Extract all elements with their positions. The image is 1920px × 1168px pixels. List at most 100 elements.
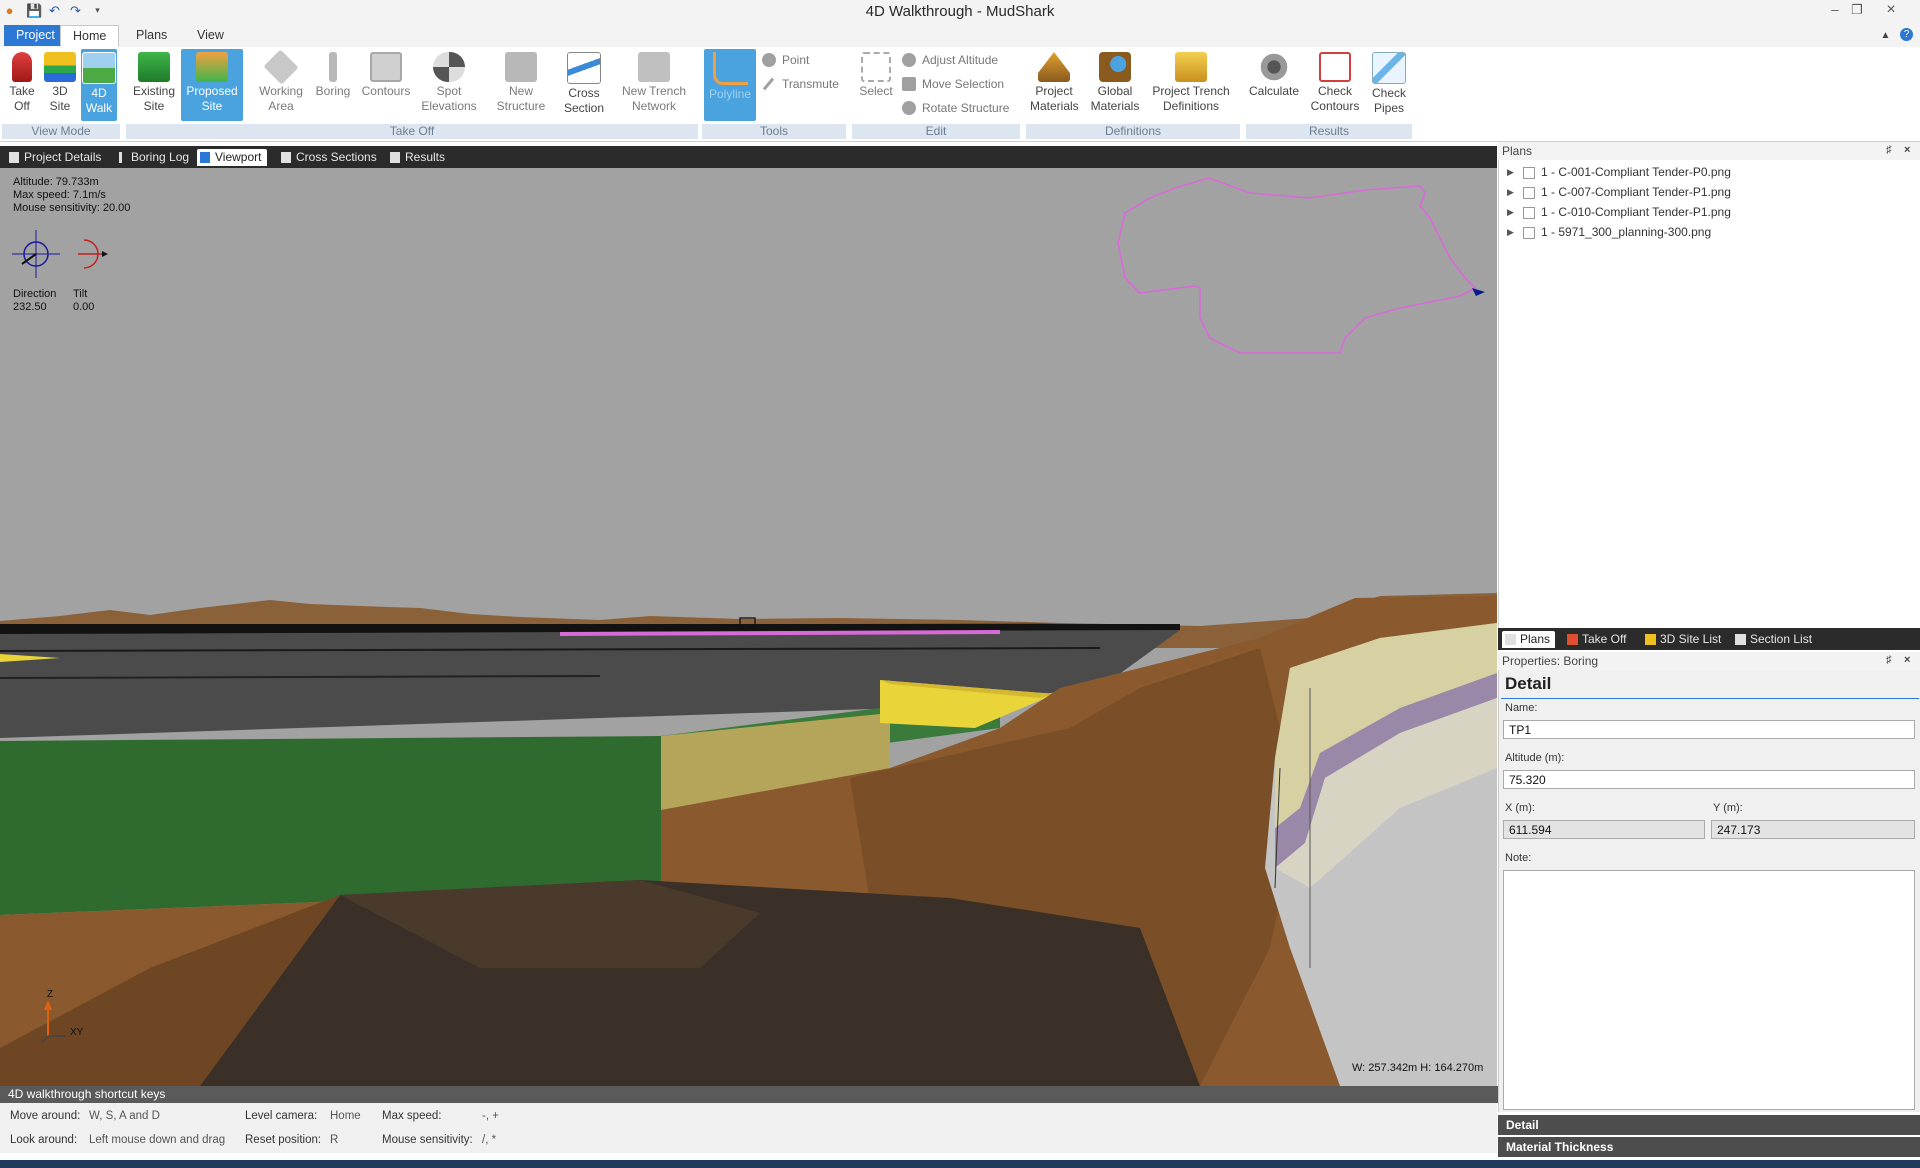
transmute-icon (762, 77, 775, 91)
take-off-icon (12, 52, 32, 82)
plan-item[interactable]: ▶ 1 - 5971_300_planning-300.png (1499, 222, 1711, 242)
expand-arrow-icon[interactable]: ▶ (1507, 182, 1514, 202)
pin-icon[interactable]: ♯ (1886, 654, 1892, 666)
polyline-button[interactable]: Polyline (704, 49, 756, 121)
4d-walk-button[interactable]: 4D Walk (81, 49, 117, 121)
global-materials-icon (1099, 52, 1131, 82)
tab-section-list[interactable]: Section List (1732, 631, 1812, 648)
cross-section-icon (567, 52, 601, 84)
rotate-structure-button[interactable]: Rotate Structure (902, 99, 1009, 117)
contours-button[interactable]: Contours (358, 49, 414, 121)
transmute-button[interactable]: Transmute (762, 75, 839, 93)
name-label: Name: (1505, 702, 1538, 714)
chart-icon (1735, 634, 1746, 645)
plan-checkbox[interactable] (1523, 187, 1535, 199)
3d-site-icon (1645, 634, 1656, 645)
plan-item[interactable]: ▶ 1 - C-001-Compliant Tender-P0.png (1499, 162, 1731, 182)
help-icon[interactable]: ? (1900, 28, 1913, 41)
direction-value: 232.50 (13, 301, 47, 313)
note-textarea[interactable] (1503, 870, 1915, 1110)
tab-3d-site-list[interactable]: 3D Site List (1642, 631, 1721, 648)
calculate-button[interactable]: Calculate (1248, 49, 1300, 121)
group-label-results: Results (1246, 124, 1412, 139)
plans-panel-title: Plans (1502, 144, 1533, 158)
tab-plans[interactable]: Plans (124, 25, 179, 46)
document-icon (390, 152, 400, 163)
plan-item[interactable]: ▶ 1 - C-007-Compliant Tender-P1.png (1499, 182, 1731, 202)
plan-checkbox[interactable] (1523, 167, 1535, 179)
tab-boring-log[interactable]: Boring Log (113, 149, 189, 166)
level-camera-value: Home (330, 1110, 361, 1122)
tab-home[interactable]: Home (60, 25, 120, 48)
tab-view[interactable]: View (185, 25, 236, 46)
expand-arrow-icon[interactable]: ▶ (1507, 202, 1514, 222)
name-field[interactable]: TP1 (1503, 720, 1915, 739)
ribbon-tab-bar: Project Home Plans View ▲ ? (0, 23, 1920, 48)
new-trench-network-button[interactable]: New Trench Network (614, 49, 694, 121)
tab-plans-panel[interactable]: Plans (1502, 631, 1556, 648)
cross-section-button[interactable]: Cross Section (560, 49, 608, 121)
altitude-label: Altitude (m): (1505, 752, 1565, 764)
road-surface (0, 623, 1180, 738)
tilt-gauge (78, 239, 108, 269)
check-pipes-button[interactable]: Check Pipes (1366, 49, 1412, 121)
plan-checkbox[interactable] (1523, 227, 1535, 239)
move-selection-button[interactable]: Move Selection (902, 75, 1004, 93)
3d-site-button[interactable]: 3D Site (42, 49, 78, 121)
restore-icon[interactable]: ❐ (1846, 2, 1868, 18)
terrain-scene (0, 177, 1497, 1086)
close-panel-icon[interactable]: × (1904, 144, 1910, 156)
boring-button[interactable]: Boring (312, 49, 354, 121)
trench-definitions-icon (1175, 52, 1207, 82)
select-button[interactable]: Select (856, 49, 896, 121)
y-field[interactable]: 247.173 (1711, 820, 1915, 839)
accordion-detail[interactable]: Detail (1498, 1115, 1920, 1135)
boring-log-icon (119, 152, 122, 163)
working-area-button[interactable]: Working Area (254, 49, 308, 121)
tab-viewport[interactable]: Viewport (197, 149, 268, 166)
proposed-site-button[interactable]: Proposed Site (181, 49, 243, 121)
new-structure-button[interactable]: New Structure (486, 49, 556, 121)
existing-site-button[interactable]: Existing Site (130, 49, 178, 121)
expand-arrow-icon[interactable]: ▶ (1507, 222, 1514, 242)
check-contours-button[interactable]: Check Contours (1308, 49, 1362, 121)
plans-tree: ▶ 1 - C-001-Compliant Tender-P0.png ▶ 1 - … (1498, 160, 1920, 628)
spot-elevations-button[interactable]: Spot Elevations (418, 49, 480, 121)
plan-checkbox[interactable] (1523, 207, 1535, 219)
working-area-icon (263, 49, 299, 85)
tab-take-off-panel[interactable]: Take Off (1564, 631, 1626, 648)
adjust-altitude-button[interactable]: Adjust Altitude (902, 51, 998, 69)
collapse-ribbon-icon[interactable]: ▲ (1878, 28, 1893, 43)
project-trench-definitions-button[interactable]: Project Trench Definitions (1150, 49, 1232, 121)
point-icon (762, 53, 776, 67)
expand-arrow-icon[interactable]: ▶ (1507, 162, 1514, 182)
3d-viewport[interactable]: Altitude: 79.733m Max speed: 7.1m/s Mous… (0, 168, 1497, 1086)
move-around-label: Move around: (10, 1110, 81, 1122)
tab-results[interactable]: Results (387, 149, 445, 166)
x-field[interactable]: 611.594 (1503, 820, 1705, 839)
plans-icon (1505, 634, 1516, 645)
trench-network-icon (638, 52, 670, 82)
close-icon[interactable]: × (1880, 2, 1902, 18)
close-panel-icon[interactable]: × (1904, 654, 1910, 666)
viewport-dimensions: W: 257.342m H: 164.270m (1352, 1062, 1484, 1074)
take-off-button[interactable]: Take Off (4, 49, 40, 121)
tab-project[interactable]: Project (4, 25, 67, 46)
plan-item[interactable]: ▶ 1 - C-010-Compliant Tender-P1.png (1499, 202, 1731, 222)
accordion-material-thickness[interactable]: Material Thickness (1498, 1137, 1920, 1157)
tab-cross-sections[interactable]: Cross Sections (278, 149, 377, 166)
minimize-icon[interactable]: – (1824, 2, 1846, 18)
x-label: X (m): (1505, 802, 1535, 814)
properties-panel-title: Properties: Boring (1502, 654, 1599, 668)
point-button[interactable]: Point (762, 51, 809, 69)
project-materials-button[interactable]: Project Materials (1030, 49, 1079, 121)
global-materials-button[interactable]: Global Materials (1090, 49, 1140, 121)
y-label: Y (m): (1713, 802, 1743, 814)
group-label-view-mode: View Mode (2, 124, 120, 139)
check-contours-icon (1319, 52, 1351, 82)
contours-icon (370, 52, 402, 82)
altitude-field[interactable]: 75.320 (1503, 770, 1915, 789)
check-pipes-icon (1372, 52, 1406, 84)
pin-icon[interactable]: ♯ (1886, 144, 1892, 156)
tab-project-details[interactable]: Project Details (6, 149, 101, 166)
